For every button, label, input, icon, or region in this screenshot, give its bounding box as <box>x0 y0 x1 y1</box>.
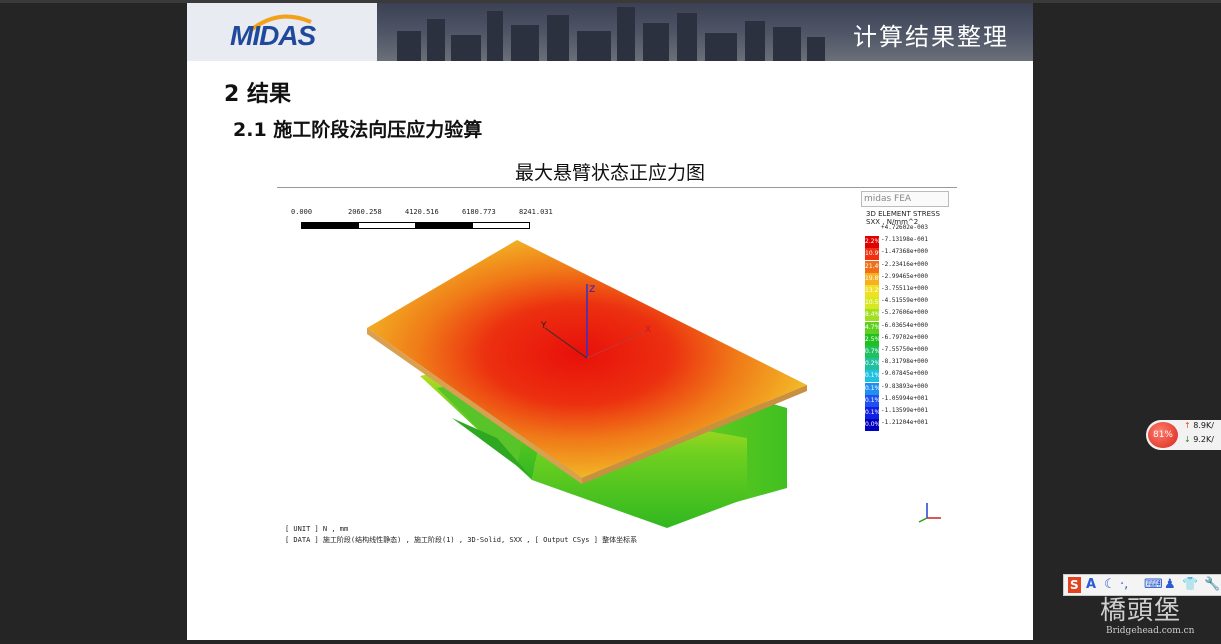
download-arrow-icon: ↓ <box>1184 435 1191 444</box>
network-speed-widget[interactable]: 81% ↑ 8.9K/ ↓ 9.2K/ <box>1146 420 1221 450</box>
subsection-heading: 2.1 施工阶段法向压应力验算 <box>233 119 483 141</box>
z-axis-label: Z <box>589 285 595 295</box>
result-info: [ UNIT ] N , mm [ DATA ] 施工阶段(结构线性静态) , … <box>285 524 637 546</box>
banner-title: 计算结果整理 <box>853 23 1009 51</box>
data-info: [ DATA ] 施工阶段(结构线性静态) , 施工阶段(1) , 3D-Sol… <box>285 536 638 544</box>
y-axis-label: Y <box>540 321 547 331</box>
city-banner-image: 计算结果整理 <box>377 3 1033 61</box>
upload-speed: ↑ 8.9K/ <box>1184 421 1214 430</box>
fea-figure: 0.000 2060.258 4120.516 6180.773 8241.03… <box>277 187 957 553</box>
midas-logo: MIDAS <box>230 20 316 51</box>
x-axis-label: X <box>645 325 651 335</box>
bridge-model-3d: Z X Y <box>367 240 941 528</box>
unit-info: [ UNIT ] N , mm <box>285 525 349 533</box>
skin-icon[interactable]: 👕 <box>1182 577 1198 593</box>
upload-arrow-icon: ↑ <box>1184 421 1191 430</box>
upload-speed-value: 8.9K/ <box>1193 421 1214 430</box>
wrench-icon[interactable]: 🔧 <box>1204 577 1220 593</box>
input-mode-button[interactable]: A <box>1086 577 1096 593</box>
banner: MIDAS 计算结果整理 <box>187 3 1033 61</box>
download-speed-value: 9.2K/ <box>1193 435 1214 444</box>
site-watermark-logo: 橋頭堡 <box>1100 596 1182 626</box>
figure-caption: 最大悬臂状态正应力图 <box>514 162 705 184</box>
slide: MIDAS 计算结果整理 2 结果 2.1 施工阶段法向压应力验算 最大悬臂状态… <box>187 3 1033 640</box>
download-speed: ↓ 9.2K/ <box>1184 435 1214 444</box>
site-watermark-url: Bridgehead.com.cn <box>1106 626 1195 636</box>
axis-triad-icon <box>918 503 941 523</box>
usage-percent-badge: 81% <box>1148 422 1178 448</box>
section-heading: 2 结果 <box>224 82 291 107</box>
sogou-icon[interactable]: S <box>1068 577 1081 593</box>
logo-area: MIDAS <box>187 3 377 61</box>
